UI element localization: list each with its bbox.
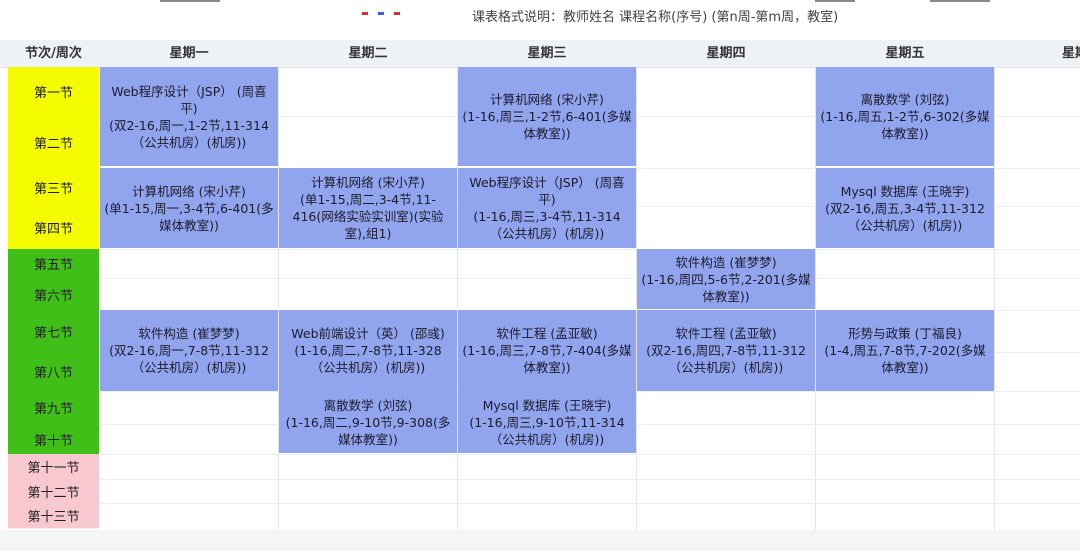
period-label: 第五节 [8,249,99,279]
course-cell[interactable]: 软件工程 (孟亚敏) (双2-16,周四,7-8节,11-312（公共机房）(机… [637,310,815,391]
course-cell[interactable]: 计算机网络 (宋小芹) (1-16,周三,1-2节,6-401(多媒体教室)) [458,67,636,166]
course-name: 计算机网络 (宋小芹) [311,175,425,190]
header-row: 节次/周次 星期一 星期二 星期三 星期四 星期五 星期 [0,40,1080,68]
corner-label: 节次/周次 [25,46,82,61]
course-detail: (1-16,周四,5-6节,2-201(多媒体教室)) [641,271,811,304]
course-cell[interactable]: 软件工程 (孟亚敏) (1-16,周三,7-8节,7-404(多媒体教室)) [458,310,636,391]
course-detail: (1-16,周三,3-4节,11-314（公共机房）(机房)) [473,209,621,241]
course-cell[interactable]: Web前端设计（英） (邵彧) (1-16,周二,7-8节,11-328（公共机… [279,310,457,391]
day-header-wed: 星期三 [527,46,567,61]
period-label: 第八节 [8,352,99,392]
course-detail: (单1-15,周二,3-4节,11-416(网络实验实训室)(实验室),组1) [292,192,444,241]
course-detail: (1-16,周二,9-10节,9-308(多媒体教室)) [285,414,451,447]
grid-h [100,503,1080,504]
bottom-strip [0,530,1080,551]
course-name: 软件工程 (孟亚敏) [675,326,777,341]
course-name: Mysql 数据库 (王晓宇) [840,183,970,199]
grid-h [100,479,1080,480]
course-name: 离散数学 (刘弦) [860,92,950,107]
day-header-fri: 星期五 [885,46,925,61]
period-label: 第十一节 [8,454,99,480]
grid-v [994,67,995,530]
course-cell[interactable]: 离散数学 (刘弦) (1-16,周五,1-2节,6-302(多媒体教室)) [816,67,994,166]
course-cell[interactable]: Mysql 数据库 (王晓宇) (1-16,周三,9-10节,11-314（公共… [458,391,636,453]
course-cell[interactable]: Web程序设计（JSP） (周喜平) (双2-16,周一,1-2节,11-314… [100,67,278,166]
period-label: 第三节 [8,168,99,207]
course-name: Web程序设计（JSP） (周喜平) [111,83,267,116]
period-label: 第七节 [8,310,99,353]
course-detail: (1-16,周三,1-2节,6-401(多媒体教室)) [462,109,632,141]
course-detail: (1-16,周三,7-8节,7-404(多媒体教室)) [462,343,632,375]
day-header-thu: 星期四 [706,46,746,61]
course-detail: (双2-16,周五,3-4节,11-312（公共机房）(机房)) [825,200,985,233]
course-detail: (双2-16,周一,1-2节,11-314（公共机房）(机房)) [109,117,269,150]
cut-top-line-right2 [930,0,990,2]
period-label: 第十节 [8,424,99,455]
course-cell[interactable]: 形势与政策 (丁福良) (1-4,周五,7-8节,7-202(多媒体教室)) [816,310,994,391]
top-bar: 课表格式说明：教师姓名 课程名称(序号) (第n周-第m周，教室) [0,0,1080,40]
period-label: 第九节 [8,391,99,425]
period-label: 第一节 [8,67,99,117]
course-detail: (双2-16,周四,7-8节,11-312（公共机房）(机房)) [646,343,806,375]
grid-h [100,454,1080,455]
course-name: 计算机网络 (宋小芹) [132,183,246,199]
course-detail: (单1-15,周一,3-4节,6-401(多媒体教室)) [104,200,274,233]
cut-top-color-marks [362,0,422,15]
timetable-legend: 课表格式说明：教师姓名 课程名称(序号) (第n周-第m周，教室) [472,10,839,25]
course-cell[interactable]: 离散数学 (刘弦) (1-16,周二,9-10节,9-308(多媒体教室)) [279,391,457,453]
course-name: 软件工程 (孟亚敏) [496,326,598,341]
course-name: 软件构造 (崔梦梦) [138,326,240,341]
course-detail: (1-4,周五,7-8节,7-202(多媒体教室)) [824,343,986,375]
course-cell[interactable]: 计算机网络 (宋小芹) (单1-15,周一,3-4节,6-401(多媒体教室)) [100,168,278,248]
day-header-tue: 星期二 [348,46,388,61]
course-cell[interactable]: 软件构造 (崔梦梦) (双2-16,周一,7-8节,11-312（公共机房）(机… [100,310,278,391]
course-cell[interactable]: Mysql 数据库 (王晓宇) (双2-16,周五,3-4节,11-312（公共… [816,168,994,248]
period-label: 第六节 [8,278,99,311]
course-name: 离散数学 (刘弦) [323,397,413,413]
course-cell[interactable]: Web程序设计（JSP） (周喜平) (1-16,周三,3-4节,11-314（… [458,168,636,248]
cut-top-line-left [160,0,220,2]
period-label: 第四节 [8,206,99,250]
course-cell[interactable]: 计算机网络 (宋小芹) (单1-15,周二,3-4节,11-416(网络实验实训… [279,168,457,248]
cut-top-line-right [815,0,855,2]
period-label: 第二节 [8,116,99,169]
course-name: 计算机网络 (宋小芹) [490,92,604,107]
course-detail: (1-16,周三,9-10节,11-314（公共机房）(机房)) [469,414,625,447]
course-name: Mysql 数据库 (王晓宇) [482,397,612,413]
course-name: Web前端设计（英） (邵彧) [291,326,445,341]
timetable: 节次/周次 星期一 星期二 星期三 星期四 星期五 星期 第一节 第二节 第三节… [0,40,1080,530]
course-detail: (1-16,周二,7-8节,11-328（公共机房）(机房)) [294,343,442,375]
course-cell[interactable]: 软件构造 (崔梦梦) (1-16,周四,5-6节,2-201(多媒体教室)) [637,249,815,309]
day-header-partial: 星期 [1062,46,1080,61]
grid-h [100,249,1080,250]
grid-v [278,67,279,530]
period-label: 第十二节 [8,479,99,504]
course-detail: (1-16,周五,1-2节,6-302(多媒体教室)) [820,109,990,141]
grid-h [100,278,1080,279]
day-header-mon: 星期一 [169,46,209,61]
course-name: 形势与政策 (丁福良) [848,326,962,341]
period-label: 第十三节 [8,503,99,529]
course-detail: (双2-16,周一,7-8节,11-312（公共机房）(机房)) [109,343,269,375]
course-name: 软件构造 (崔梦梦) [675,254,777,270]
course-name: Web程序设计（JSP） (周喜平) [469,175,625,207]
